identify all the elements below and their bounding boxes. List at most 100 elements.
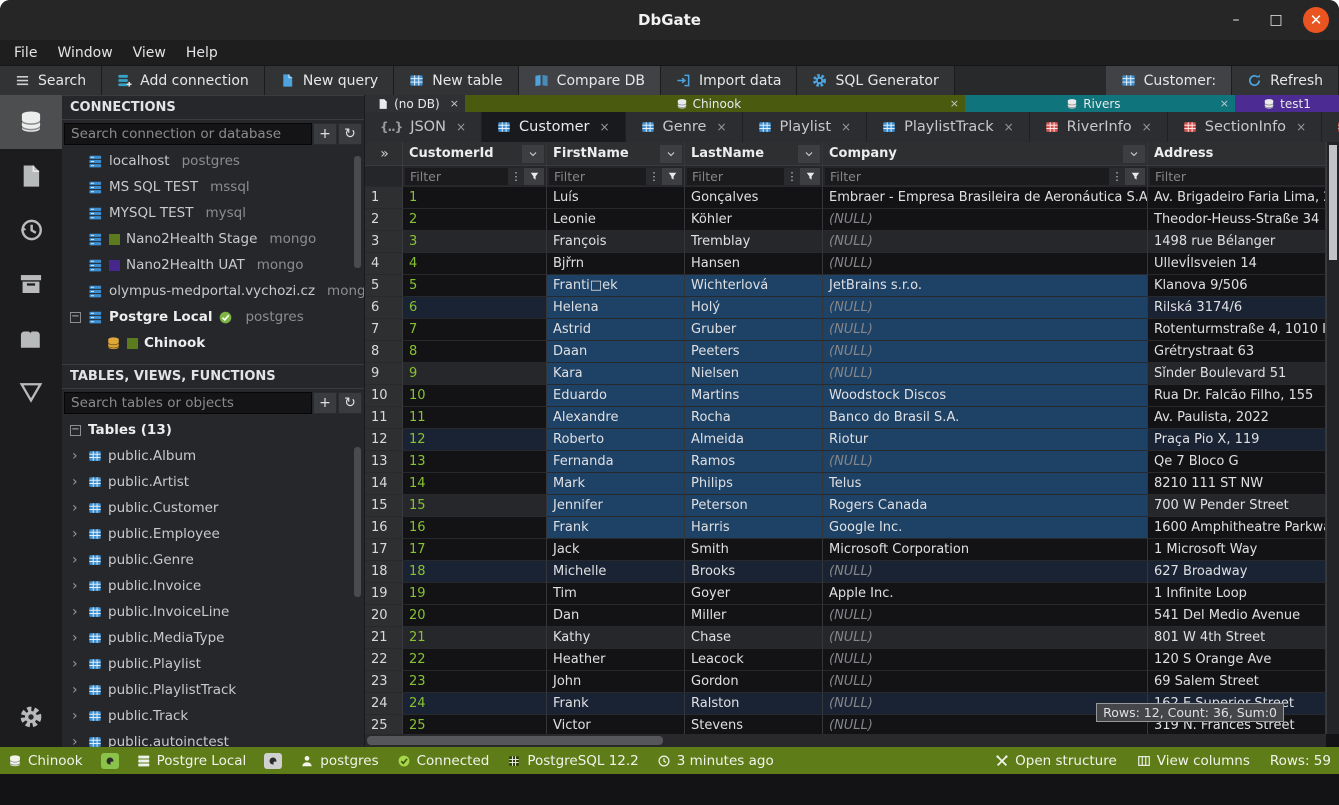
row-number-cell[interactable]: 17 [365, 539, 403, 561]
data-cell[interactable]: Goyer [685, 583, 823, 605]
tables-search-input[interactable] [64, 392, 312, 414]
data-cell[interactable]: Qe 7 Bloco G [1148, 451, 1326, 473]
filter-input[interactable]: Filter [687, 168, 784, 185]
data-cell[interactable]: (NULL) [823, 363, 1148, 385]
minimize-button[interactable]: – [1223, 7, 1249, 33]
data-cell[interactable]: Woodstock Discos [823, 385, 1148, 407]
column-header-company[interactable]: Company [823, 142, 1148, 166]
row-number-cell[interactable]: 22 [365, 649, 403, 671]
data-cell[interactable]: 13 [403, 451, 547, 473]
activity-book-icon[interactable] [0, 311, 62, 365]
table-item[interactable]: ›public.Invoice [62, 573, 364, 599]
data-cell[interactable]: Leacock [685, 649, 823, 671]
toolbar-button-new-query[interactable]: New query [265, 66, 394, 95]
data-cell[interactable]: Jack [547, 539, 685, 561]
column-header-customerid[interactable]: CustomerId [403, 142, 547, 166]
data-cell[interactable]: (NULL) [823, 605, 1148, 627]
data-cell[interactable]: Kara [547, 363, 685, 385]
data-cell[interactable]: 1 Microsoft Way [1148, 539, 1326, 561]
toolbar-button-add-connection[interactable]: Add connection [102, 66, 265, 95]
activity-gear-icon[interactable] [0, 705, 62, 729]
data-cell[interactable]: Almeida [685, 429, 823, 451]
row-number-cell[interactable]: 16 [365, 517, 403, 539]
row-number-cell[interactable]: 3 [365, 231, 403, 253]
close-icon[interactable]: × [599, 120, 609, 134]
data-cell[interactable]: Banco do Brasil S.A. [823, 407, 1148, 429]
status-theme-swatch[interactable] [101, 753, 119, 769]
data-cell[interactable]: (NULL) [823, 649, 1148, 671]
data-cell[interactable]: Leonie [547, 209, 685, 231]
data-cell[interactable]: 1498 rue Bélanger [1148, 231, 1326, 253]
column-header-lastname[interactable]: LastName [685, 142, 823, 166]
close-icon[interactable]: × [950, 97, 959, 110]
theme-icon[interactable] [264, 753, 282, 769]
row-number-cell[interactable]: 4 [365, 253, 403, 275]
data-cell[interactable]: 1 [403, 187, 547, 209]
toolbar-button-new-table[interactable]: New table [394, 66, 518, 95]
data-cell[interactable]: Philips [685, 473, 823, 495]
data-cell[interactable]: Rocha [685, 407, 823, 429]
chevron-right-icon[interactable]: › [72, 656, 82, 672]
data-cell[interactable]: Ramos [685, 451, 823, 473]
table-item[interactable]: ›public.MediaType [62, 625, 364, 651]
funnel-icon[interactable] [1125, 168, 1145, 185]
data-cell[interactable]: Holý [685, 297, 823, 319]
row-number-cell[interactable]: 1 [365, 187, 403, 209]
toolbar-button-sql-generator[interactable]: SQL Generator [797, 66, 954, 95]
funnel-icon[interactable] [800, 168, 820, 185]
data-cell[interactable]: Klanova 9/506 [1148, 275, 1326, 297]
row-number-cell[interactable]: 10 [365, 385, 403, 407]
filter-input[interactable]: Filter [549, 168, 646, 185]
connection-item[interactable]: −Postgre Localpostgres [62, 304, 364, 330]
data-cell[interactable]: Franti□ek [547, 275, 685, 297]
data-cell[interactable]: Daan [547, 341, 685, 363]
grid-vertical-scrollbar[interactable] [1326, 142, 1339, 734]
data-cell[interactable]: Peeters [685, 341, 823, 363]
tab-genre[interactable]: Genre× [626, 112, 743, 142]
data-cell[interactable]: 69 Salem Street [1148, 671, 1326, 693]
tab-group-chinook[interactable]: Chinook× [465, 95, 965, 112]
database-item[interactable]: Chinook [62, 330, 364, 356]
data-cell[interactable]: John [547, 671, 685, 693]
connection-item[interactable]: localhostpostgres [62, 148, 364, 174]
close-icon[interactable]: × [450, 97, 459, 110]
grid-horizontal-scrollbar-thumb[interactable] [367, 736, 663, 745]
table-item[interactable]: ›public.Playlist [62, 651, 364, 677]
data-cell[interactable]: 15 [403, 495, 547, 517]
row-number-cell[interactable]: 7 [365, 319, 403, 341]
row-number-cell[interactable]: 12 [365, 429, 403, 451]
data-cell[interactable]: 14 [403, 473, 547, 495]
dots-vertical-icon[interactable]: ⋮ [508, 168, 524, 185]
data-cell[interactable]: 120 S Orange Ave [1148, 649, 1326, 671]
tab-json[interactable]: {..}JSON× [365, 112, 482, 142]
data-cell[interactable]: 700 W Pender Street [1148, 495, 1326, 517]
connection-item[interactable]: Nano2Health Stagemongo [62, 226, 364, 252]
data-cell[interactable]: (NULL) [823, 671, 1148, 693]
data-cell[interactable]: (NULL) [823, 209, 1148, 231]
row-number-cell[interactable]: 18 [365, 561, 403, 583]
row-number-cell[interactable]: 14 [365, 473, 403, 495]
tab-group--no-db-[interactable]: (no DB)× [365, 95, 465, 112]
data-cell[interactable]: Sǐnder Boulevard 51 [1148, 363, 1326, 385]
activity-history-icon[interactable] [0, 203, 62, 257]
close-icon[interactable]: × [1296, 120, 1306, 134]
connections-scrollbar-thumb[interactable] [354, 156, 361, 268]
data-cell[interactable]: Ralston [685, 693, 823, 715]
toolbar-button-compare-db[interactable]: Compare DB [519, 66, 661, 95]
menu-item-view[interactable]: View [123, 40, 176, 65]
data-cell[interactable]: François [547, 231, 685, 253]
menu-item-help[interactable]: Help [176, 40, 228, 65]
data-cell[interactable]: Fernanda [547, 451, 685, 473]
tab-playlist[interactable]: Playlist× [743, 112, 868, 142]
data-cell[interactable]: 16 [403, 517, 547, 539]
tab-group-rivers[interactable]: Rivers× [965, 95, 1235, 112]
data-cell[interactable]: Apple Inc. [823, 583, 1148, 605]
data-cell[interactable]: 20 [403, 605, 547, 627]
data-cell[interactable]: (NULL) [823, 319, 1148, 341]
data-cell[interactable]: Harris [685, 517, 823, 539]
data-cell[interactable]: Miller [685, 605, 823, 627]
data-cell[interactable]: Köhler [685, 209, 823, 231]
toolbar-button-refresh[interactable]: Refresh [1232, 66, 1339, 95]
row-number-cell[interactable]: 8 [365, 341, 403, 363]
table-item[interactable]: ›public.autoinctest [62, 729, 364, 747]
